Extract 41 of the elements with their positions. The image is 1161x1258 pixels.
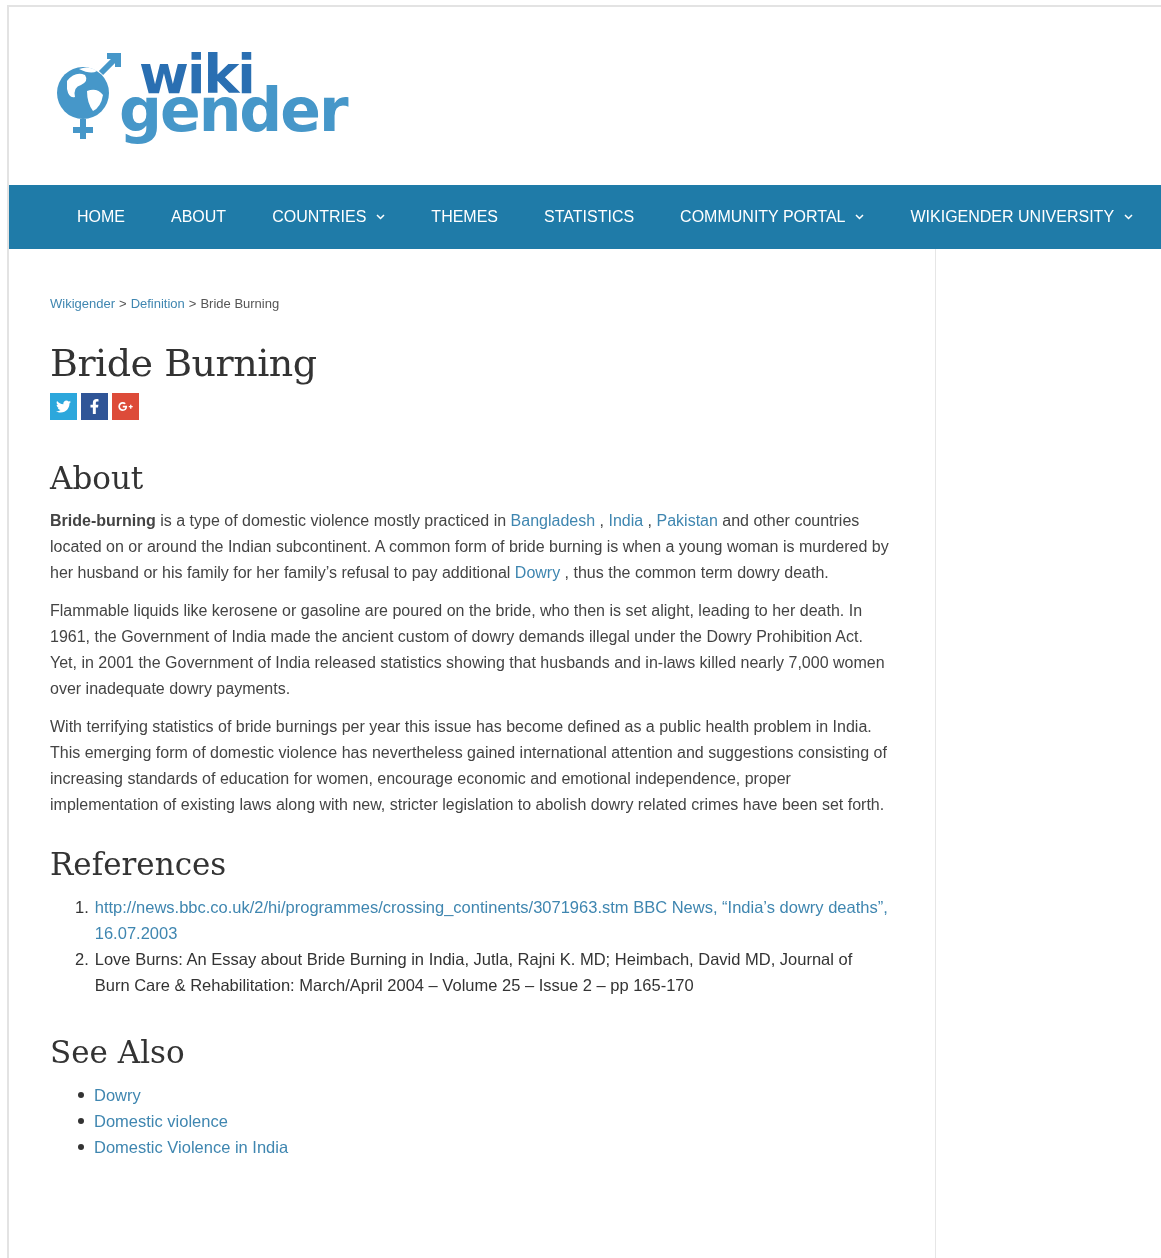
bird-icon — [56, 399, 71, 414]
section-heading: References — [50, 846, 228, 882]
bullet-icon — [78, 1144, 84, 1150]
reference-text: Love Burns: An Essay about Bride Burning in India, Jutla, Rajni K. MD; Heimbach, David MD, Journal of Burn Care & Rehabilitation: March/April 2004 – Volume 25 – Issue 2 – pp 165-170 — [94, 949, 854, 996]
nav-link[interactable]: STATISTICS — [521, 208, 658, 226]
share-button[interactable] — [112, 393, 139, 420]
page-title: Bride Burning — [50, 341, 318, 385]
section-heading: About — [50, 460, 145, 496]
nav-link[interactable]: WIKIGENDER UNIVERSITY — [887, 208, 1157, 226]
facebook-icon — [87, 399, 102, 414]
breadcrumb-text: Bride Burning — [200, 296, 280, 311]
breadcrumb-text: > — [188, 296, 197, 311]
nav-link[interactable]: HOME — [54, 208, 148, 226]
chevron-down-icon — [376, 214, 386, 220]
nav-link[interactable]: THEMES — [408, 208, 522, 226]
google-plus-icon — [118, 399, 133, 414]
reference-link[interactable]: http://news.bbc.co.uk/2/hi/programmes/crossing_continents/3071963.stm BBC News, “India’s dowry deaths”, 16.07.2003 — [94, 894, 890, 946]
chevron-down-icon — [855, 214, 865, 220]
chevron-down-icon — [1124, 214, 1134, 220]
paragraph: Bride-burning is a type of domestic violence mostly practiced in Bangladesh , India , Pakistan and other countries located on or around the Indian subcontinent. A common form of bride burning is when a young woman is murdered by her husband or his family for her family’s refusal to pay additional Dowry , thus the common term dowry death. — [50, 511, 890, 583]
text-link[interactable]: Dowry — [514, 564, 561, 581]
paragraph: With terrifying statistics of bride burnings per year this issue has become defined as a public health problem in India. This emerging form of domestic violence has nevertheless gained international attention and suggestions consisting of increasing standards of education for women, encourage economic and emotional independence, proper implementation of existing laws along with new, stricter legislation to abolish dowry related crimes have been set forth. — [50, 717, 888, 815]
text-link[interactable]: Pakistan — [656, 512, 718, 529]
breadcrumb-text: > — [119, 296, 127, 311]
nav-link[interactable]: ABOUT — [148, 208, 250, 226]
share-button[interactable] — [81, 393, 108, 420]
breadcrumb-link[interactable]: Definition — [130, 296, 185, 311]
section-heading: See Also — [50, 1034, 186, 1070]
see-also-link[interactable]: Dowry — [94, 1082, 141, 1108]
paragraph: Flammable liquids like kerosene or gasoline are poured on the bride, who then is set alight, leading to her death. In 1961, the Government of India made the ancient custom of dowry demands illegal under the Dowry Prohibition Act. Yet, in 2001 the Government of India released statistics showing that husbands and in-laws killed nearly 7,000 women over inadequate dowry payments. — [50, 601, 886, 699]
list-number: 1. — [75, 897, 89, 918]
text-link[interactable]: India — [608, 512, 644, 529]
list-number: 2. — [75, 949, 89, 970]
bullet-icon — [78, 1118, 84, 1124]
see-also-link[interactable]: Domestic violence — [94, 1108, 228, 1134]
breadcrumb-link[interactable]: Wikigender — [50, 296, 116, 311]
text-link[interactable]: Bangladesh — [510, 512, 596, 529]
nav-link[interactable]: COMMUNITY PORTAL — [657, 208, 888, 226]
nav-link[interactable]: COUNTRIES — [249, 208, 409, 226]
see-also-link[interactable]: Domestic Violence in India — [94, 1134, 289, 1160]
bullet-icon — [78, 1092, 84, 1098]
